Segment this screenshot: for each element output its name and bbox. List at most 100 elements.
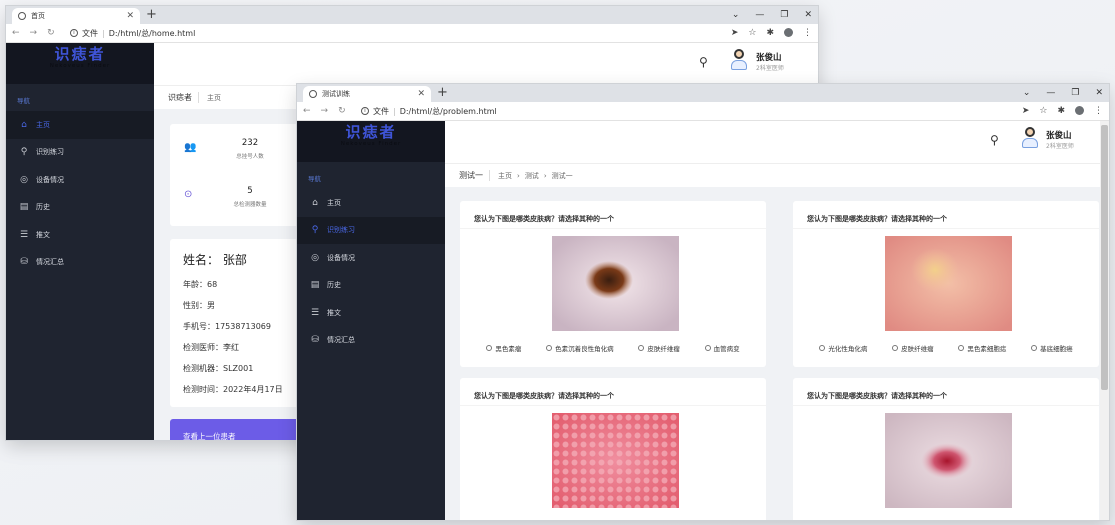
- dermoscopy-image: [885, 236, 1012, 331]
- send-icon[interactable]: ➤: [731, 28, 739, 38]
- close-window-button[interactable]: ✕: [1095, 88, 1103, 98]
- sidebar-item[interactable]: ⛁ 情况汇总: [6, 249, 154, 277]
- home-icon: ⌂: [21, 119, 27, 130]
- answer-option[interactable]: 血管病变: [704, 343, 740, 353]
- logo: 识痣者 Nekoveus Finder: [297, 121, 445, 162]
- answer-option[interactable]: 黑色素细胞痣: [958, 343, 1006, 353]
- breadcrumb-item[interactable]: 测试: [525, 171, 539, 181]
- sidebar-item-label: 推文: [327, 308, 341, 317]
- sidebar-item[interactable]: ◎ 设备情况: [297, 244, 445, 272]
- star-icon[interactable]: ☆: [748, 28, 756, 38]
- new-tab-button[interactable]: +: [437, 85, 448, 101]
- close-window-button[interactable]: ✕: [804, 10, 812, 20]
- reload-icon[interactable]: ↻: [47, 28, 55, 38]
- sidebar-item[interactable]: ⛁ 情况汇总: [297, 327, 445, 355]
- scrollbar[interactable]: [1100, 121, 1109, 520]
- radio-button[interactable]: [546, 345, 553, 351]
- restore-button[interactable]: ❐: [780, 10, 788, 20]
- address-bar: ← → ↻ i 文件 | D:/html/总/problem.html ➤ ☆ …: [297, 102, 1109, 121]
- sidebar-item[interactable]: ▤ 历史: [297, 272, 445, 300]
- url-text: D:/html/总/problem.html: [399, 106, 497, 116]
- radio-button[interactable]: [958, 345, 965, 351]
- extensions-icon[interactable]: ✱: [766, 28, 774, 38]
- url-field[interactable]: i 文件 | D:/html/总/home.html: [70, 28, 731, 39]
- browser-tab-home[interactable]: 首页 ✕: [12, 8, 140, 24]
- forward-icon[interactable]: →: [321, 106, 329, 116]
- new-tab-button[interactable]: +: [146, 7, 157, 23]
- radio-button[interactable]: [892, 345, 899, 351]
- answer-option[interactable]: 皮肤纤维瘤: [638, 343, 680, 353]
- minimize-button[interactable]: —: [1046, 88, 1055, 98]
- sidebar-item[interactable]: ▤ 历史: [6, 194, 154, 222]
- search-icon[interactable]: ⚲: [699, 55, 708, 69]
- avatar[interactable]: [729, 49, 749, 73]
- target-icon: ◎: [20, 174, 28, 185]
- question-text: 您认为下图是哪类皮肤病？请选择其种的一个: [793, 378, 1099, 406]
- breadcrumb-item[interactable]: 主页: [498, 171, 512, 181]
- avatar[interactable]: [1020, 127, 1040, 151]
- menu-icon[interactable]: ⋮: [803, 28, 812, 38]
- url-field[interactable]: i 文件 | D:/html/总/problem.html: [361, 106, 1022, 117]
- close-tab-icon[interactable]: ✕: [417, 89, 425, 99]
- url-text: D:/html/总/home.html: [108, 28, 196, 38]
- sidebar-item[interactable]: ◎ 设备情况: [6, 166, 154, 194]
- radio-button[interactable]: [486, 345, 493, 351]
- sidebar-item[interactable]: ⚲ 识别练习: [297, 216, 445, 244]
- home-icon: ⌂: [312, 197, 318, 208]
- sidebar-item-label: 推文: [36, 230, 50, 239]
- sidebar-item-label: 识别练习: [327, 226, 355, 235]
- sidebar: 识痣者 Nekoveus Finder 导航 ⌂ 主页 ⚲ 识别练习 ◎ 设备情况 ▤ 历史 ☰…: [6, 43, 154, 440]
- info-icon[interactable]: i: [361, 107, 369, 115]
- sidebar-item[interactable]: ⌂ 主页: [6, 111, 154, 139]
- sidebar-item[interactable]: ⚲ 识别练习: [6, 139, 154, 167]
- breadcrumb-item[interactable]: 主页: [207, 93, 221, 103]
- sidebar-item[interactable]: ☰ 推文: [297, 299, 445, 327]
- radio-button[interactable]: [1031, 345, 1038, 351]
- question-card: 您认为下图是哪类皮肤病？请选择其种的一个 黑色素瘤 色素沉着良性角化病 皮肤纤维瘤 血管…: [460, 201, 766, 367]
- users-icon: 👥: [184, 142, 197, 153]
- profile-icon[interactable]: [1075, 106, 1084, 115]
- close-tab-icon[interactable]: ✕: [126, 11, 134, 21]
- info-icon[interactable]: i: [70, 29, 78, 37]
- breadcrumb: 测试一 主页 › 测试 › 测试一: [445, 163, 1109, 187]
- search-icon[interactable]: ⚲: [990, 133, 999, 147]
- answer-option[interactable]: 基底细胞癌: [1031, 343, 1073, 353]
- extensions-icon[interactable]: ✱: [1057, 106, 1065, 116]
- question-text: 您认为下图是哪类皮肤病？请选择其种的一个: [460, 378, 766, 406]
- sidebar-item[interactable]: ⌂ 主页: [297, 189, 445, 217]
- tab-search-icon[interactable]: ⌄: [732, 10, 740, 20]
- star-icon[interactable]: ☆: [1039, 106, 1047, 116]
- answer-option[interactable]: 色素沉着良性角化病: [546, 343, 614, 353]
- radio-button[interactable]: [819, 345, 826, 351]
- summary-icon: ⛁: [20, 257, 28, 268]
- restore-button[interactable]: ❐: [1071, 88, 1079, 98]
- answer-option[interactable]: 皮肤纤维瘤: [892, 343, 934, 353]
- minimize-button[interactable]: —: [755, 10, 764, 20]
- address-bar: ← → ↻ i 文件 | D:/html/总/home.html ➤ ☆ ✱ ⋮: [6, 24, 818, 43]
- option-label: 基底细胞癌: [1040, 345, 1073, 353]
- answer-option[interactable]: 光化性角化病: [819, 343, 867, 353]
- user-role: 2科室医师: [1046, 143, 1074, 150]
- menu-icon[interactable]: ⋮: [1094, 106, 1103, 116]
- breadcrumb-item: 测试一: [551, 171, 573, 180]
- back-icon[interactable]: ←: [303, 106, 311, 116]
- device-icon: ⊙: [184, 189, 193, 200]
- sidebar-item[interactable]: ☰ 推文: [6, 221, 154, 249]
- radio-button[interactable]: [704, 345, 711, 351]
- forward-icon[interactable]: →: [30, 28, 38, 38]
- back-icon[interactable]: ←: [12, 28, 20, 38]
- profile-icon[interactable]: [784, 28, 793, 37]
- browser-tab-problem[interactable]: 测试训练 ✕: [303, 86, 431, 102]
- send-icon[interactable]: ➤: [1022, 106, 1030, 116]
- option-label: 黑色素细胞痣: [967, 345, 1007, 353]
- stat-total-devices: 5 总检测器数量: [233, 186, 267, 208]
- reload-icon[interactable]: ↻: [338, 106, 346, 116]
- answer-option[interactable]: 黑色素瘤: [486, 343, 521, 353]
- target-icon: ◎: [311, 252, 319, 263]
- tab-title: 首页: [31, 12, 45, 20]
- tab-strip: 首页 ✕ + ⌄ — ❐ ✕: [6, 6, 818, 24]
- radio-button[interactable]: [638, 345, 645, 351]
- page-title: 测试一: [459, 170, 490, 181]
- logo: 识痣者 Nekoveus Finder: [6, 43, 154, 84]
- tab-search-icon[interactable]: ⌄: [1023, 88, 1031, 98]
